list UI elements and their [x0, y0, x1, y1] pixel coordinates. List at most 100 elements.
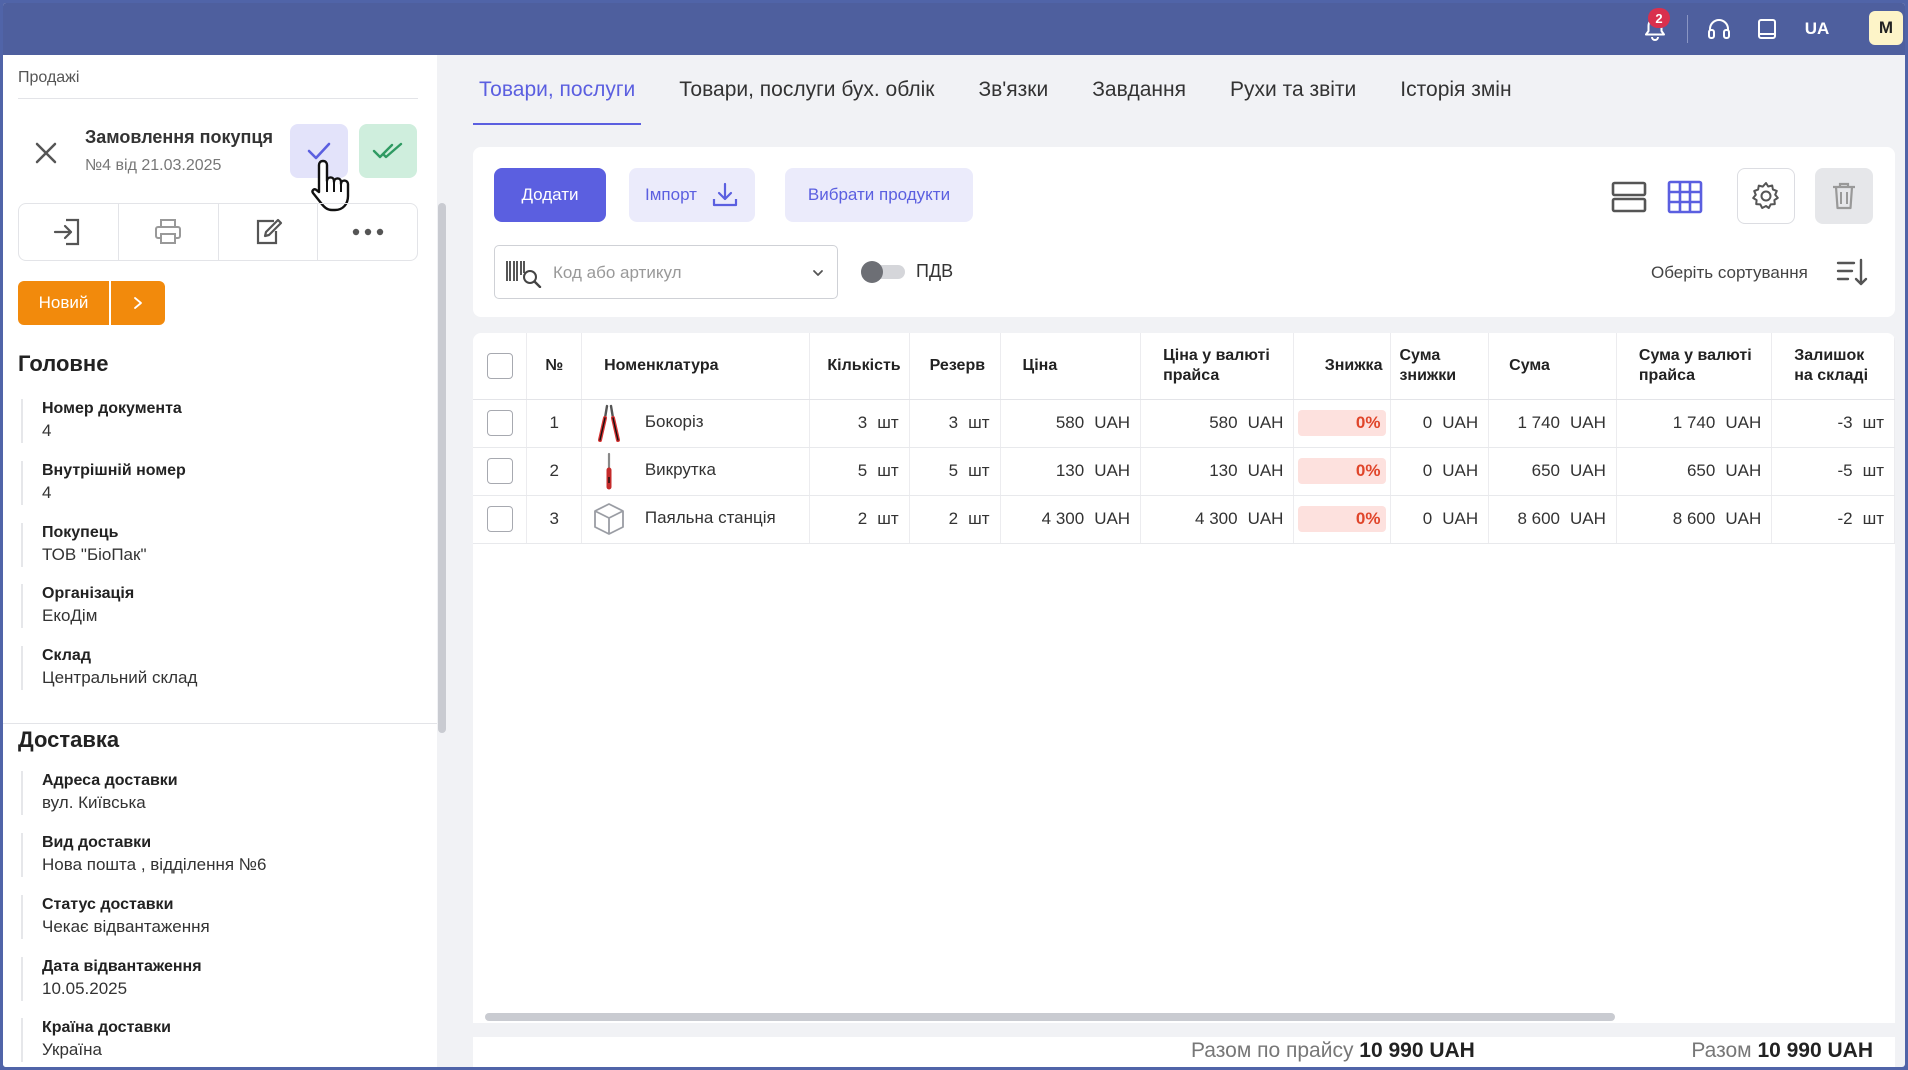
print-button[interactable] [119, 204, 219, 260]
import-button[interactable]: Імпорт [629, 168, 755, 222]
app-window: 2 UA M Продажі Замовлення покупця №4 від… [3, 3, 1905, 1067]
col-number[interactable]: № [526, 333, 583, 400]
col-sum[interactable]: Сума [1488, 333, 1617, 400]
col-price-list[interactable]: Ціна у валюті прайса [1140, 333, 1295, 400]
delete-button[interactable] [1815, 168, 1873, 224]
sum-list-currency: UAH [1725, 413, 1762, 432]
reserve-value: 2 [948, 509, 959, 528]
discount-sum-value: 0 [1422, 413, 1433, 432]
row-checkbox[interactable] [486, 410, 513, 436]
row-number: 3 [526, 495, 583, 544]
field-customer[interactable]: Покупець ТОВ "БіоПак" [21, 523, 401, 567]
tab-goods-services[interactable]: Товари, послуги [473, 55, 642, 125]
table-row[interactable]: 3 Паяльна станція 2 шт 2 шт 4 300 UAH 4 300… [473, 495, 1895, 544]
field-document-number[interactable]: Номер документа 4 [21, 399, 401, 443]
field-value: ЕкоДім [42, 606, 98, 625]
field-value: ТОВ "БіоПак" [42, 545, 147, 564]
status-button[interactable]: Новий [18, 281, 109, 325]
enter-button[interactable] [19, 204, 119, 260]
row-price: 130 UAH [1000, 447, 1142, 496]
price-value: 4 300 [1041, 509, 1085, 528]
field-warehouse[interactable]: Склад Центральний склад [21, 646, 401, 690]
col-discount[interactable]: Знижка [1293, 333, 1392, 400]
row-checkbox[interactable] [486, 506, 513, 532]
post-and-close-button[interactable] [359, 124, 417, 178]
sort-selector[interactable]: Оберіть сортування [1651, 263, 1808, 283]
col-stock[interactable]: Залишок на складі [1771, 333, 1895, 400]
col-reserve[interactable]: Резерв [909, 333, 1001, 400]
field-delivery-status[interactable]: Статус доставки Чекає відвантаження [21, 895, 401, 939]
discount-sum-currency: UAH [1442, 509, 1479, 528]
field-delivery-address[interactable]: Адреса доставки вул. Київська [21, 771, 401, 815]
headset-icon[interactable] [1699, 3, 1739, 55]
settings-button[interactable] [1737, 168, 1795, 224]
tab-tasks[interactable]: Завдання [1086, 55, 1192, 125]
discount-badge: 0% [1298, 458, 1387, 484]
row-sum-list: 1 740 UAH [1616, 399, 1773, 448]
row-price-list: 580 UAH [1140, 399, 1295, 448]
field-value: 4 [42, 483, 52, 502]
col-name[interactable]: Номенклатура [581, 333, 810, 400]
avatar[interactable]: M [1869, 11, 1903, 45]
chevron-down-icon[interactable] [811, 266, 825, 280]
col-qty[interactable]: Кількість [809, 333, 910, 400]
field-delivery-country[interactable]: Країна доставки Україна [21, 1018, 401, 1062]
barcode-search-icon [506, 261, 542, 288]
tab-links[interactable]: Зв'язки [972, 55, 1054, 125]
field-delivery-type[interactable]: Вид доставки Нова пошта , відділення №6 [21, 833, 401, 877]
price-list-value: 4 300 [1195, 509, 1238, 528]
qty-unit: шт [877, 461, 899, 480]
discount-sum-currency: UAH [1442, 413, 1479, 432]
stock-value: -5 [1837, 461, 1853, 480]
grand-total-label: Разом [1691, 1039, 1758, 1062]
table-row[interactable]: 2 Викрутка 5 шт 5 шт 130 UAH 130 UAH 0% 0 UAH… [473, 447, 1895, 496]
field-label: Дата відвантаження [42, 958, 202, 975]
field-internal-number[interactable]: Внутрішній номер 4 [21, 461, 401, 505]
row-name-cell: Паяльна станція [581, 495, 810, 544]
more-button[interactable] [318, 204, 417, 260]
qty-unit: шт [877, 509, 899, 528]
book-icon[interactable] [1747, 3, 1787, 55]
col-sum-list[interactable]: Сума у валюті прайса [1616, 333, 1773, 400]
row-checkbox[interactable] [486, 458, 513, 484]
document-sidebar: Продажі Замовлення покупця №4 від 21.03.… [3, 55, 437, 1067]
toggle-knob [861, 261, 883, 283]
field-label: Вид доставки [42, 834, 152, 851]
breadcrumb[interactable]: Продажі [18, 69, 79, 87]
gear-icon [1752, 182, 1779, 209]
product-search[interactable] [494, 245, 838, 299]
row-number: 2 [526, 447, 583, 496]
field-organization[interactable]: Організація ЕкоДім [21, 584, 401, 628]
table-row[interactable]: 1 Бокоріз 3 шт 3 шт 580 UAH 580 UAH 0% 0 UAH … [473, 399, 1895, 448]
col-discount-sum[interactable]: Сума знижки [1390, 333, 1490, 400]
vat-label: ПДВ [916, 261, 954, 281]
row-name: Бокоріз [644, 412, 704, 432]
table-view-icon[interactable] [1667, 179, 1703, 215]
sort-icon[interactable] [1835, 255, 1869, 289]
language-switch[interactable]: UA [1795, 3, 1839, 55]
choose-products-button[interactable]: Вибрати продукти [785, 168, 973, 222]
sum-value: 8 600 [1517, 509, 1560, 528]
trash-icon [1833, 182, 1855, 210]
vat-toggle[interactable] [861, 261, 905, 283]
import-label: Імпорт [645, 185, 697, 204]
search-input[interactable] [553, 260, 803, 286]
select-all-checkbox[interactable] [486, 352, 513, 379]
tab-goods-accounting[interactable]: Товари, послуги бух. облік [673, 55, 940, 125]
col-price[interactable]: Ціна [1000, 333, 1142, 400]
row-reserve: 5 шт [909, 447, 1001, 496]
sidebar-scrollbar[interactable] [438, 203, 446, 733]
add-button[interactable]: Додати [494, 168, 606, 222]
tab-history[interactable]: Історія змін [1394, 55, 1517, 125]
list-view-icon[interactable] [1611, 179, 1647, 215]
total-by-price-list-label: Разом по прайсу [1191, 1039, 1360, 1062]
close-icon[interactable] [31, 138, 61, 168]
field-value: Нова пошта , відділення №6 [42, 855, 267, 874]
status-next-button[interactable] [111, 281, 165, 325]
table-footer-divider [473, 1023, 1895, 1037]
row-name: Паяльна станція [644, 508, 776, 528]
tab-movements-reports[interactable]: Рухи та звіти [1224, 55, 1362, 125]
field-shipment-date[interactable]: Дата відвантаження 10.05.2025 [21, 957, 401, 1001]
edit-button[interactable] [219, 204, 319, 260]
table-horizontal-scrollbar[interactable] [485, 1013, 1615, 1021]
